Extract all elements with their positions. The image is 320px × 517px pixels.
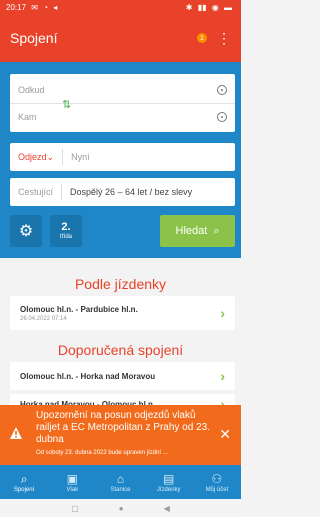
departure-field[interactable]: Odjezd ⌄ Nyní (10, 143, 235, 171)
nav-item-jizdenky[interactable]: ▤ Jízdenky (145, 465, 193, 499)
page-title: Spojení (10, 30, 58, 46)
search-button[interactable]: Hledat ⌕ (160, 215, 235, 247)
departure-label: Odjezd (18, 152, 47, 162)
toast-message: Upozornění na posun odjezdů vlaků railje… (36, 410, 210, 445)
app-bar-actions: 1 ⋮ (197, 31, 231, 45)
chevron-down-icon[interactable]: ⌄ (47, 152, 55, 163)
section-title-by-ticket: Podle jízdenky (74, 276, 167, 292)
nav-item-stanice[interactable]: ⌂ Stanice (96, 465, 144, 499)
train-icon: ▣ (66, 471, 78, 486)
travellers-label: Cestující (18, 187, 54, 197)
settings-button[interactable]: ⚙ (10, 215, 42, 247)
nav-label: Stanice (110, 486, 131, 493)
from-label: Odkud (18, 84, 45, 95)
back-icon[interactable]: ◀ (164, 504, 170, 513)
status-bar: 20:17 ✉ ◔ ◂ ✱ ▮▮ ◉ ▬ (0, 0, 241, 14)
recommended-connection-item[interactable]: Olomouc hl.n. - Horka nad Moravou › (10, 362, 235, 390)
signal-icon: ▮▮ (197, 2, 207, 12)
search-actions: ⚙ 2. třída Hledat ⌕ (10, 215, 235, 247)
nav-item-spojeni[interactable]: ⌕ Spojení (0, 465, 48, 499)
to-field[interactable]: Kam (10, 103, 235, 131)
status-time: 20:17 (6, 2, 27, 12)
station-icon: ⌂ (116, 471, 125, 486)
class-label: třída (59, 233, 72, 240)
search-icon: ⌕ (213, 224, 220, 237)
ticket-icon: ▤ (163, 471, 175, 486)
route-card: Odkud ⇅ Kam (10, 74, 235, 132)
search-icon: ⌕ (20, 471, 28, 486)
nav-item-muj-ucet[interactable]: ⚇ Můj účet (193, 465, 241, 499)
travellers-value: Dospělý 26 – 64 let / bez slevy (70, 187, 193, 197)
class-button[interactable]: 2. třída (50, 215, 82, 247)
search-button-label: Hledat (175, 225, 208, 237)
wifi-icon: ◉ (211, 2, 219, 12)
account-icon: ⚇ (211, 471, 223, 486)
chevron-right-icon: › (220, 368, 225, 384)
divider (61, 184, 63, 200)
nav-item-vlak[interactable]: ▣ Vlak (48, 465, 96, 499)
notification-badge[interactable]: 1 (197, 33, 207, 43)
recommended-route: Olomouc hl.n. - Horka nad Moravou (20, 371, 156, 381)
app-bar: Spojení 1 ⋮ (0, 14, 241, 62)
home-icon[interactable]: ● (119, 504, 124, 513)
battery-icon: ▬ (224, 2, 232, 12)
close-icon[interactable]: ✕ (219, 426, 231, 443)
status-icon: ◔ (43, 2, 49, 12)
status-icon: ◂ (53, 2, 58, 12)
notification-toast[interactable]: Upozornění na posun odjezdů vlaků railje… (0, 405, 241, 465)
status-icon: ✉ (31, 2, 38, 12)
class-number: 2. (61, 221, 71, 234)
status-left: 20:17 ✉ ◔ ◂ (6, 3, 60, 12)
chevron-right-icon: › (220, 305, 225, 321)
locate-icon[interactable] (217, 112, 227, 122)
nav-label: Vlak (66, 486, 79, 493)
section-title-recommended: Doporučená spojení (57, 342, 184, 358)
bluetooth-icon: ✱ (185, 2, 193, 12)
system-navigation-bar: ▢ ● ◀ (0, 499, 241, 517)
nav-label: Spojení (13, 486, 35, 493)
overflow-menu-icon[interactable]: ⋮ (217, 31, 231, 45)
departure-value: Nyní (71, 152, 90, 162)
ticket-date: 26.04.2022 07:14 (20, 315, 67, 322)
travellers-field[interactable]: Cestující Dospělý 26 – 64 let / bez slev… (10, 178, 235, 206)
status-right: ✱ ▮▮ ◉ ▬ (186, 3, 235, 12)
nav-label: Jízdenky (156, 486, 181, 493)
ticket-connection-item[interactable]: Olomouc hl.n. - Pardubice hl.n. 26.04.20… (10, 296, 235, 330)
toast-details: Od soboty 23. dubna 2022 bude upraven jí… (36, 450, 168, 456)
locate-icon[interactable] (217, 84, 227, 95)
warning-icon (10, 427, 22, 439)
to-label: Kam (18, 112, 37, 122)
gear-icon: ⚙ (18, 223, 34, 240)
nav-label: Můj účet (205, 486, 229, 493)
ticket-route: Olomouc hl.n. - Pardubice hl.n. (20, 304, 138, 314)
bottom-navigation: ⌕ Spojení ▣ Vlak ⌂ Stanice ▤ Jízdenky ⚇ … (0, 465, 241, 499)
recent-apps-icon[interactable]: ▢ (71, 504, 79, 513)
ticket-connection-text: Olomouc hl.n. - Pardubice hl.n. 26.04.20… (20, 305, 138, 322)
from-field[interactable]: Odkud (10, 76, 235, 104)
divider (62, 149, 64, 165)
